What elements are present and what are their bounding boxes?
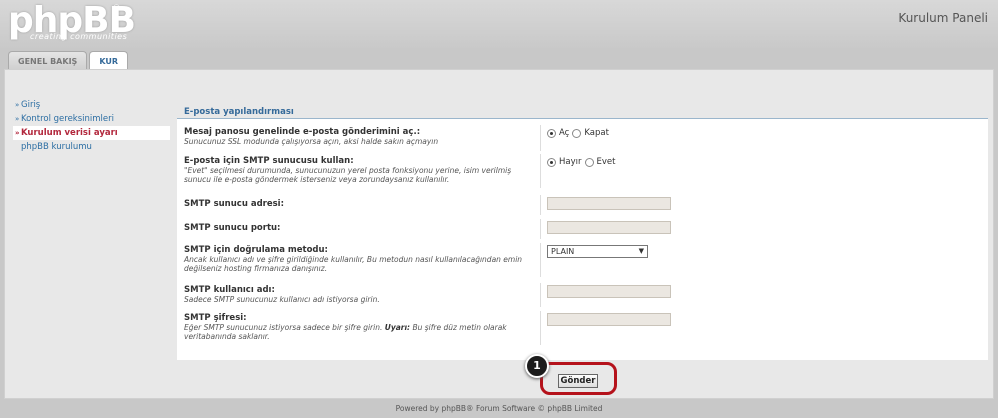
smtp-auth-select[interactable]: PLAIN ▼ xyxy=(547,245,648,258)
radio-label: Evet xyxy=(596,157,616,167)
field-label: SMTP şifresi: xyxy=(184,313,247,323)
radio-label: Kapat xyxy=(584,128,609,138)
radio-smtp-no[interactable] xyxy=(547,157,556,167)
sidebar-item-phpbb-install[interactable]: phpBB kurulumu xyxy=(13,140,170,154)
header: phpBB ® creating communities Kurulum Pan… xyxy=(0,0,998,48)
radio-label: Aç xyxy=(559,128,570,138)
field-label: SMTP sunucu adresi: xyxy=(184,199,284,209)
tab-install[interactable]: KUR xyxy=(89,51,129,70)
divider xyxy=(540,283,541,307)
field-hint: Sunucunuz SSL modunda çalışıyorsa açın, … xyxy=(184,137,439,146)
radio-smtp-yes[interactable] xyxy=(584,157,594,167)
tab-bar: GENEL BAKIŞ KUR xyxy=(8,51,129,70)
sidebar-menu: » Giriş » Kontrol gereksinimleri »Kurulum … xyxy=(13,98,170,154)
field-hint: "Evet" seçilmesi durumunda, sunucunuzun … xyxy=(184,166,512,184)
divider xyxy=(540,195,541,215)
logo-registered-mark: ® xyxy=(112,4,121,14)
field-hint: Eğer SMTP sunucunuz istiyorsa sadece bir… xyxy=(184,323,507,341)
fieldset-title: E-posta yapılandırması xyxy=(184,107,294,117)
sidebar-item-label: Kontrol gereksinimleri xyxy=(21,114,114,124)
email-config-fieldset: Mesaj panosu genelinde e-posta gönderimi… xyxy=(177,118,988,360)
main-panel: » Giriş » Kontrol gereksinimleri »Kurulum … xyxy=(4,69,994,399)
sidebar-item-install-settings[interactable]: »Kurulum verisi ayarı xyxy=(13,126,170,140)
radio-label: Hayır xyxy=(559,157,582,167)
field-label: SMTP için doğrulama metodu: xyxy=(184,245,328,255)
sidebar-item-intro[interactable]: » Giriş xyxy=(13,98,170,112)
logo-tagline: creating communities xyxy=(30,32,128,41)
field-label: SMTP kullanıcı adı: xyxy=(184,285,275,295)
sidebar-item-label: phpBB kurulumu xyxy=(21,142,92,152)
sidebar-item-label: Giriş xyxy=(21,100,41,110)
smtp-host-input[interactable] xyxy=(547,197,671,210)
smtp-port-input[interactable] xyxy=(547,221,671,234)
submit-button[interactable]: Gönder xyxy=(558,374,598,388)
field-label: Mesaj panosu genelinde e-posta gönderimi… xyxy=(184,127,421,137)
step-marker: 1 xyxy=(525,354,549,378)
divider xyxy=(540,125,541,151)
radio-enable-on[interactable] xyxy=(547,128,556,138)
field-hint: Ancak kullanıcı adı ve şifre girildiğind… xyxy=(184,255,523,273)
footer: Powered by phpBB® Forum Software © phpBB… xyxy=(395,404,603,413)
tab-overview[interactable]: GENEL BAKIŞ xyxy=(8,51,88,70)
sidebar-item-label: Kurulum verisi ayarı xyxy=(21,128,118,138)
divider xyxy=(540,219,541,239)
submit-highlight: Gönder xyxy=(540,362,617,395)
divider xyxy=(540,311,541,345)
divider xyxy=(540,243,541,277)
smtp-username-input[interactable] xyxy=(547,285,671,298)
page-title: Kurulum Paneli xyxy=(898,11,988,25)
radio-enable-off[interactable] xyxy=(572,128,582,138)
field-label: SMTP sunucu portu: xyxy=(184,223,281,233)
select-value: PLAIN xyxy=(551,247,575,256)
content-area: E-posta yapılandırması Mesaj panosu gene… xyxy=(172,98,988,394)
field-hint: Sadece SMTP sunucunuz kullanıcı adı isti… xyxy=(184,295,380,304)
dropdown-arrow-icon: ▼ xyxy=(638,247,644,255)
divider xyxy=(540,154,541,188)
smtp-password-input[interactable] xyxy=(547,313,671,326)
sidebar-item-requirements[interactable]: » Kontrol gereksinimleri xyxy=(13,112,170,126)
field-label: E-posta için SMTP sunucusu kullan: xyxy=(184,156,354,166)
